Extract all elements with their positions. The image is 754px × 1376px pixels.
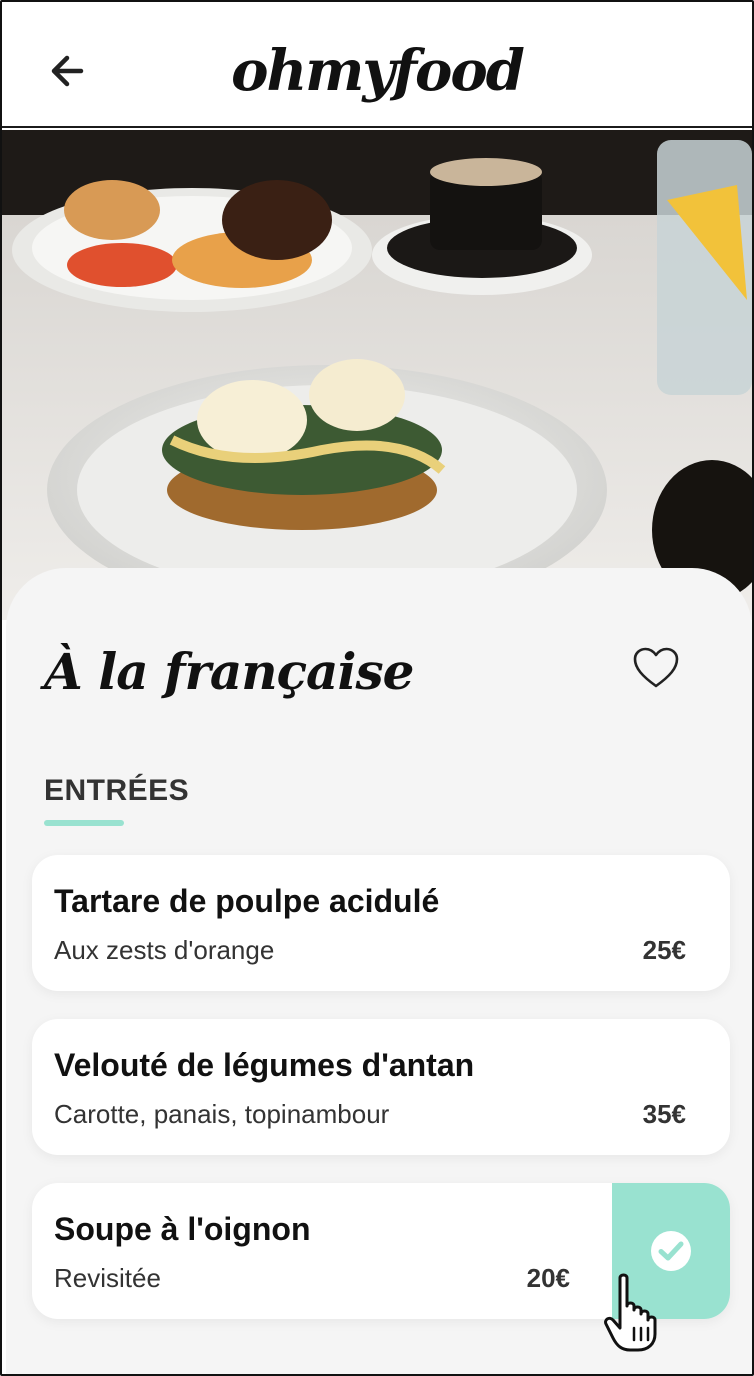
- dish-name: Soupe à l'oignon: [54, 1211, 311, 1247]
- dish-card[interactable]: Velouté de légumes d'antan Carotte, pana…: [32, 1019, 730, 1155]
- dish-card[interactable]: Tartare de poulpe acidulé Aux zests d'or…: [32, 855, 730, 991]
- check-circle-icon: [651, 1231, 691, 1271]
- app-logo[interactable]: ohmyfood: [2, 38, 752, 104]
- dish-name: Velouté de légumes d'antan: [54, 1047, 475, 1083]
- section-title: ENTRÉES: [44, 774, 190, 807]
- dish-name: Tartare de poulpe acidulé: [54, 883, 440, 919]
- dish-description: Revisitée: [54, 1263, 161, 1293]
- section-underline: [44, 820, 124, 826]
- restaurant-title: À la française: [44, 642, 414, 701]
- hero-image: [2, 130, 752, 620]
- restaurant-card: À la française ENTRÉES Tartare de poulpe…: [6, 568, 752, 1374]
- dish-price: 20€: [526, 1263, 570, 1293]
- app-frame: ohmyfood À la française ENTRÉES Tartare …: [0, 0, 754, 1376]
- hand-pointer-icon: [604, 1273, 657, 1352]
- dish-price: 35€: [642, 1099, 686, 1129]
- dish-description: Carotte, panais, topinambour: [54, 1099, 390, 1129]
- heart-outline-icon: [633, 647, 679, 688]
- dish-description: Aux zests d'orange: [54, 935, 275, 965]
- favorite-button[interactable]: [630, 642, 682, 694]
- dish-price: 25€: [642, 935, 686, 965]
- app-header: ohmyfood: [2, 2, 752, 128]
